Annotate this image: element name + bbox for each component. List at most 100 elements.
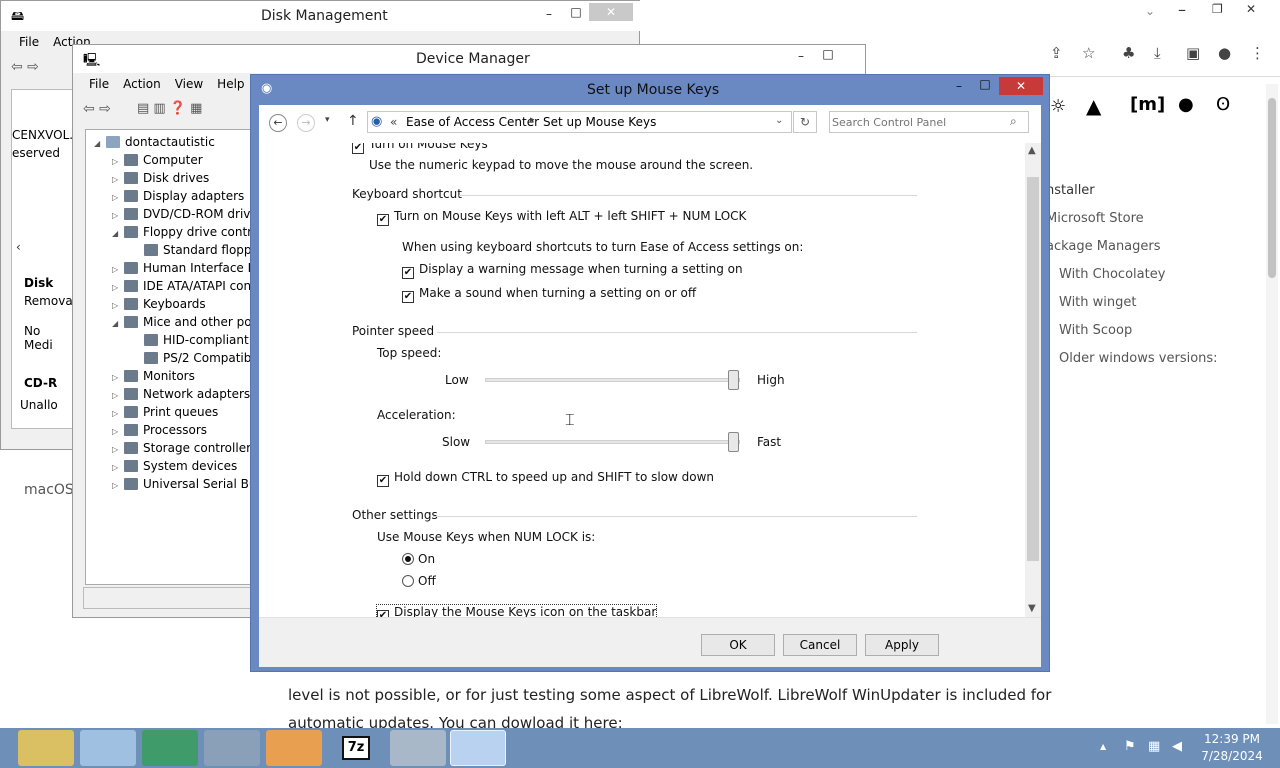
turn-on-mouse-keys[interactable]: ✔ Turn on Mouse Keys (352, 143, 488, 154)
share-icon[interactable]: ⇪ (1050, 44, 1063, 62)
scroll-down-icon[interactable]: ▼ (1028, 603, 1036, 614)
tree-item[interactable]: ▷ System devices (112, 457, 237, 475)
radio-on[interactable]: On (402, 552, 435, 566)
browser-icon[interactable] (142, 730, 198, 766)
search-input[interactable] (832, 113, 1002, 131)
back-icon[interactable]: ⇦ ⇨ (11, 59, 39, 75)
content-scrollbar[interactable]: ▲ ▼ (1025, 143, 1041, 617)
nav-winget[interactable]: With winget (1046, 289, 1246, 317)
extension-icon[interactable]: ♣ (1122, 44, 1135, 62)
tree-item[interactable]: ▷ Computer (112, 151, 203, 169)
tree-item[interactable]: ▷ IDE ATA/ATAPI con (112, 277, 251, 295)
tree-item[interactable]: PS/2 Compatibl (132, 349, 252, 367)
maximize-icon[interactable]: □ (814, 45, 842, 63)
up-icon[interactable]: ↑ (347, 113, 359, 129)
checkbox-icon[interactable]: ✔ (352, 143, 364, 154)
checkbox-icon[interactable]: ✔ (377, 214, 389, 226)
cancel-button[interactable]: Cancel (783, 634, 857, 656)
file-explorer-icon[interactable] (18, 730, 74, 766)
search-box[interactable]: ⌕ (829, 111, 1029, 133)
7zip-icon[interactable]: 7z (328, 730, 384, 766)
tree-item[interactable]: ▷ Keyboards (112, 295, 206, 313)
maximize-icon[interactable]: □ (562, 3, 590, 21)
tree-item[interactable]: ◢ Floppy drive contro (112, 223, 252, 243)
arch-icon[interactable]: ▲ (1086, 94, 1101, 118)
tree-item[interactable]: ▷ Universal Serial Bus (112, 475, 252, 495)
close-icon[interactable]: ✕ (999, 77, 1043, 95)
expand-arrow-icon[interactable]: ▷ (112, 477, 124, 495)
taskbar-icon-checkbox[interactable]: ✔ Display the Mouse Keys icon on the task… (375, 604, 658, 617)
browser-scrollbar[interactable] (1266, 84, 1278, 724)
top-speed-slider[interactable] (485, 370, 740, 390)
maximize-icon[interactable]: ❐ (1212, 2, 1223, 16)
minimize-icon[interactable]: – (945, 77, 973, 95)
search-icon[interactable]: ⌕ (1010, 114, 1017, 129)
download-icon[interactable]: ⤓ (1154, 44, 1161, 62)
minimize-icon[interactable]: – (535, 5, 563, 23)
close-icon[interactable]: ✕ (589, 3, 633, 21)
nav-chocolatey[interactable]: With Chocolatey (1046, 261, 1246, 289)
shortcut-checkbox[interactable]: ✔ Turn on Mouse Keys with left ALT + left… (377, 209, 746, 226)
device-icon[interactable] (204, 730, 260, 766)
expanded-arrow-icon[interactable]: ◢ (112, 315, 124, 333)
apply-button[interactable]: Apply (865, 634, 939, 656)
notepad-icon[interactable] (80, 730, 136, 766)
menu-help[interactable]: Help (217, 77, 244, 91)
radio-off[interactable]: Off (402, 574, 436, 588)
tree-item[interactable]: ▷ Display adapters (112, 187, 244, 205)
ok-button[interactable]: OK (701, 634, 775, 656)
chevron-down-icon[interactable]: ⌄ (1145, 4, 1155, 18)
nav-package-managers[interactable]: ackage Managers (1046, 233, 1246, 261)
tray-expand-icon[interactable]: ▲ (1100, 742, 1106, 751)
expanded-arrow-icon[interactable]: ◢ (112, 225, 124, 243)
action-center-icon[interactable]: ⚑ (1124, 739, 1136, 754)
checkbox-icon[interactable]: ✔ (377, 610, 389, 617)
checkbox-icon[interactable]: ✔ (402, 267, 414, 279)
recent-dropdown-icon[interactable]: ▾ (325, 115, 330, 125)
address-dropdown-icon[interactable]: ⌄ (775, 115, 783, 126)
disk-management-icon[interactable] (390, 730, 446, 766)
ctrl-shift-checkbox[interactable]: ✔ Hold down CTRL to speed up and SHIFT to… (377, 470, 714, 487)
scroll-up-icon[interactable]: ▲ (1028, 145, 1036, 156)
nav-installer[interactable]: nstaller (1046, 177, 1246, 205)
maximize-icon[interactable]: □ (971, 75, 999, 93)
toolbar-icons[interactable]: ▤ ▥ ❓ ▦ (137, 101, 202, 116)
acceleration-thumb[interactable] (728, 432, 739, 452)
breadcrumb-ease-of-access[interactable]: Ease of Access Center (406, 115, 539, 129)
tree-item[interactable]: ▷ Print queues (112, 403, 218, 421)
menu-icon[interactable]: ⋮ (1250, 44, 1265, 62)
menu-view[interactable]: View (175, 77, 203, 91)
reddit-icon[interactable]: ● (1178, 94, 1194, 115)
minimize-icon[interactable]: – (787, 47, 815, 65)
breadcrumb-overflow[interactable]: « (390, 115, 397, 129)
clock-date[interactable]: 7/28/2024 (1200, 749, 1264, 763)
warning-checkbox[interactable]: ✔ Display a warning message when turning … (402, 262, 743, 279)
tree-item[interactable]: HID-compliant (132, 331, 249, 349)
breadcrumb-mouse-keys[interactable]: Set up Mouse Keys (543, 115, 656, 129)
clock-time[interactable]: 12:39 PM (1200, 732, 1264, 746)
control-panel-taskbar-icon[interactable] (450, 730, 506, 766)
menu-file[interactable]: File (19, 35, 39, 49)
tree-item[interactable]: ◢ Mice and other poin (112, 313, 252, 333)
checkbox-icon[interactable]: ✔ (402, 291, 414, 303)
tree-item[interactable]: ▷ Human Interface De (112, 259, 252, 277)
tree-item[interactable]: ▷ DVD/CD-ROM drive (112, 205, 252, 223)
radio-icon[interactable] (402, 575, 414, 587)
menu-file[interactable]: File (89, 77, 109, 91)
radio-selected-icon[interactable] (402, 553, 414, 565)
tree-item[interactable]: ▷ Storage controllers (112, 439, 252, 457)
sidebar-icon[interactable]: ▣ (1186, 44, 1200, 62)
lemmy-icon[interactable]: ʘ (1216, 94, 1230, 115)
top-speed-thumb[interactable] (728, 370, 739, 390)
sound-checkbox[interactable]: ✔ Make a sound when turning a setting on … (402, 286, 696, 303)
acceleration-slider[interactable] (485, 432, 740, 452)
tree-item[interactable]: ▷ Disk drives (112, 169, 209, 187)
tree-item[interactable]: Standard floppy (132, 241, 252, 259)
bookmark-star-icon[interactable]: ☆ (1082, 44, 1095, 62)
scroll-left-icon[interactable]: ‹ (16, 240, 21, 254)
minimize-icon[interactable]: – (1178, 0, 1186, 19)
back-icon[interactable]: ← (269, 114, 287, 132)
scrollbar-thumb[interactable] (1268, 98, 1276, 278)
scrollbar-thumb[interactable] (1027, 177, 1039, 561)
network-icon[interactable]: ▦ (1148, 739, 1160, 754)
